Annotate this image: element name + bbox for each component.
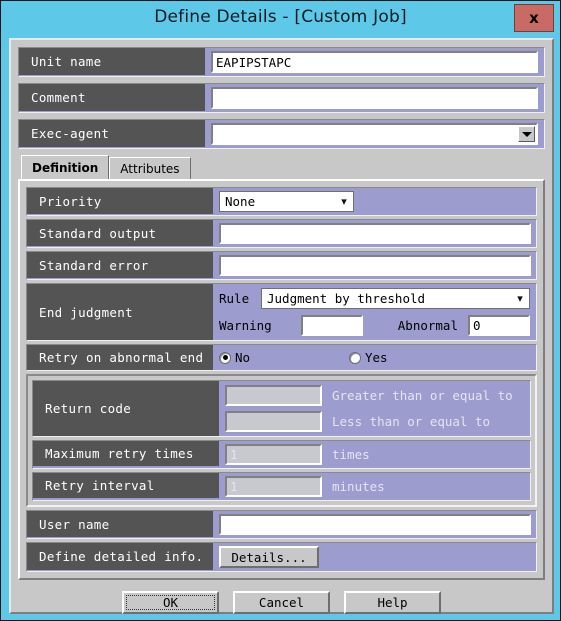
return-code-less-input: [225, 411, 322, 432]
end-judgment-threshold-line: Warning Abnormal 0: [219, 315, 530, 336]
return-code-greater-line: Greater than or equal to: [225, 385, 524, 406]
retry-on-abnormal-end-row: Retry on abnormal end No Yes: [26, 344, 537, 371]
standard-output-input[interactable]: [219, 223, 531, 244]
radio-dot-icon: [349, 351, 361, 364]
close-icon[interactable]: x: [514, 4, 554, 32]
standard-error-label: Standard error: [27, 252, 213, 278]
header-field-group: Unit name EAPIPSTAPC Comment Exec-agent: [11, 40, 552, 149]
retry-interval-label: Retry interval: [33, 473, 219, 498]
comment-input[interactable]: [211, 87, 538, 109]
radio-dot-icon: [219, 351, 231, 364]
radio-yes-label: Yes: [365, 350, 388, 365]
dialog-button-bar: OK Cancel Help: [11, 591, 552, 614]
return-code-field-zone: Greater than or equal to Less than or eq…: [219, 381, 530, 436]
ok-button[interactable]: OK: [122, 591, 219, 614]
return-code-row: Return code Greater than or equal to Les…: [32, 380, 531, 437]
return-code-greater-input: [225, 385, 322, 406]
title-bar: Define Details - [Custom Job] x: [1, 1, 560, 38]
exec-agent-combobox[interactable]: [211, 123, 538, 145]
unit-name-label: Unit name: [19, 48, 205, 75]
return-code-greater-label: Greater than or equal to: [332, 388, 513, 403]
priority-label: Priority: [27, 188, 213, 214]
abnormal-input[interactable]: 0: [468, 315, 530, 336]
return-code-label: Return code: [33, 381, 219, 436]
end-judgment-row: End judgment Rule Judgment by threshold …: [26, 283, 537, 341]
cancel-button[interactable]: Cancel: [233, 591, 330, 614]
dialog-body: Unit name EAPIPSTAPC Comment Exec-agent: [9, 38, 554, 614]
user-name-label: User name: [27, 511, 213, 537]
standard-output-row: Standard output: [26, 219, 537, 248]
standard-error-row: Standard error: [26, 251, 537, 280]
exec-agent-field-zone: [205, 120, 544, 148]
dialog-window: Define Details - [Custom Job] x Unit nam…: [0, 0, 561, 621]
priority-row: Priority None ▾: [26, 187, 537, 216]
standard-error-input[interactable]: [219, 255, 531, 276]
define-detailed-info-field-zone: Details...: [213, 543, 536, 571]
retry-interval-field-zone: 1 minutes: [219, 473, 530, 500]
tab-strip: Definition Attributes: [21, 155, 552, 179]
chevron-down-icon[interactable]: ▾: [335, 195, 353, 208]
radio-no[interactable]: No: [219, 350, 349, 365]
maximum-retry-times-unit: times: [332, 447, 370, 462]
unit-name-row: Unit name EAPIPSTAPC: [18, 47, 545, 77]
maximum-retry-times-input: 1: [225, 444, 322, 465]
radio-yes[interactable]: Yes: [349, 350, 388, 365]
comment-field-zone: [205, 84, 544, 112]
user-name-row: User name: [26, 510, 537, 539]
end-judgment-rule-line: Rule Judgment by threshold ▾: [219, 288, 530, 309]
window-title: Define Details - [Custom Job]: [154, 7, 407, 27]
warning-label: Warning: [219, 318, 272, 333]
retry-interval-input: 1: [225, 476, 322, 497]
maximum-retry-times-row: Maximum retry times 1 times: [32, 440, 531, 469]
priority-combobox[interactable]: None ▾: [219, 191, 354, 212]
user-name-input[interactable]: [219, 514, 531, 535]
details-button[interactable]: Details...: [219, 546, 319, 568]
standard-error-field-zone: [213, 252, 536, 279]
retry-on-abnormal-end-label: Retry on abnormal end: [27, 345, 213, 370]
exec-agent-row: Exec-agent: [18, 119, 545, 149]
retry-interval-unit: minutes: [332, 479, 385, 494]
exec-agent-label: Exec-agent: [19, 120, 205, 147]
definition-tab-page: Priority None ▾ Standard output Standard…: [18, 179, 545, 580]
help-button[interactable]: Help: [344, 591, 441, 614]
tab-definition[interactable]: Definition: [21, 155, 110, 179]
return-code-less-line: Less than or equal to: [225, 411, 524, 432]
user-name-field-zone: [213, 511, 536, 538]
maximum-retry-times-field-zone: 1 times: [219, 441, 530, 468]
abnormal-label: Abnormal: [397, 318, 458, 333]
end-judgment-field-zone: Rule Judgment by threshold ▾ Warning Abn…: [213, 284, 536, 340]
maximum-retry-times-label: Maximum retry times: [33, 441, 219, 466]
radio-no-label: No: [235, 350, 251, 365]
unit-name-input[interactable]: EAPIPSTAPC: [211, 51, 538, 73]
comment-row: Comment: [18, 83, 545, 113]
standard-output-field-zone: [213, 220, 536, 247]
priority-value: None: [225, 194, 256, 209]
define-detailed-info-row: Define detailed info. Details...: [26, 542, 537, 572]
define-detailed-info-label: Define detailed info.: [27, 543, 213, 570]
warning-input[interactable]: [301, 315, 363, 336]
exec-agent-dropdown-button[interactable]: [518, 126, 535, 142]
rule-combobox[interactable]: Judgment by threshold ▾: [261, 288, 530, 309]
rule-label: Rule: [219, 291, 250, 306]
priority-field-zone: None ▾: [213, 188, 536, 215]
triangle-down-icon: [521, 131, 532, 137]
retry-on-abnormal-end-field-zone: No Yes: [213, 345, 536, 370]
chevron-down-icon[interactable]: ▾: [511, 292, 529, 305]
retry-settings-group: Return code Greater than or equal to Les…: [26, 374, 537, 507]
comment-label: Comment: [19, 84, 205, 111]
return-code-less-label: Less than or equal to: [332, 414, 491, 429]
unit-name-field-zone: EAPIPSTAPC: [205, 48, 544, 76]
tab-attributes[interactable]: Attributes: [109, 157, 191, 179]
standard-output-label: Standard output: [27, 220, 213, 246]
end-judgment-label: End judgment: [27, 284, 213, 340]
rule-value: Judgment by threshold: [267, 291, 426, 306]
retry-interval-row: Retry interval 1 minutes: [32, 472, 531, 501]
